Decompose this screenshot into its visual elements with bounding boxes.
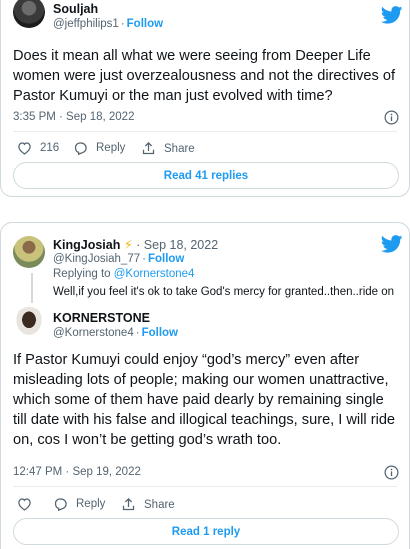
replying-to-prefix: Replying to — [53, 268, 114, 280]
tweet-date[interactable]: Sep 18, 2022 — [144, 238, 218, 252]
reply-text: Well,if you feel it's ok to take God's m… — [53, 286, 395, 298]
replying-to-mention[interactable]: @Kornerstone4 — [114, 268, 195, 280]
separator-dot: · — [136, 238, 141, 252]
reply-label: Reply — [96, 142, 126, 154]
info-icon[interactable] — [384, 465, 399, 480]
share-button[interactable]: Share — [141, 141, 195, 156]
twitter-bird-icon[interactable] — [381, 6, 403, 24]
tweet-card-souljah: Souljah @jeffphilips1 · Follow Does it mea… — [0, 0, 410, 197]
author-handle[interactable]: @KingJosiah_77 — [53, 253, 140, 265]
read-replies-button[interactable]: Read 41 replies — [13, 162, 399, 189]
separator-dot: · — [135, 327, 140, 339]
author-name-kingjosiah: KingJosiah ⚡ · Sep 18, 2022 — [53, 237, 218, 252]
tweet-timestamp[interactable]: 12:47 PM · Sep 19, 2022 — [13, 466, 141, 478]
avatar-kingjosiah[interactable] — [13, 236, 45, 268]
twitter-bird-icon[interactable] — [381, 235, 403, 253]
reply-button[interactable]: Reply — [53, 497, 105, 511]
follow-button[interactable]: Follow — [142, 327, 178, 339]
author-name[interactable]: KORNERSTONE — [53, 311, 150, 325]
author-handle[interactable]: @Kornerstone4 — [53, 327, 134, 339]
share-button[interactable]: Share — [121, 497, 175, 512]
read-reply-button[interactable]: Read 1 reply — [13, 518, 399, 545]
separator-dot: · — [120, 18, 125, 30]
reply-button[interactable]: Reply — [73, 141, 125, 155]
share-icon — [142, 141, 155, 155]
like-button[interactable] — [17, 497, 40, 511]
author-name[interactable]: Souljah — [53, 2, 98, 16]
heart-icon — [18, 142, 31, 155]
info-icon[interactable] — [384, 110, 399, 125]
avatar-kornerstone[interactable] — [13, 307, 45, 339]
share-icon — [122, 497, 135, 511]
tweet-card-thread: KingJosiah ⚡ · Sep 18, 2022 @KingJosiah_… — [0, 222, 410, 549]
tweet-text: If Pastor Kumuyi could enjoy “god’s merc… — [13, 352, 396, 448]
follow-button[interactable]: Follow — [148, 253, 184, 265]
thread-connector-line — [31, 273, 33, 303]
reply-label: Reply — [76, 498, 106, 510]
author-handle[interactable]: @jeffphilips1 — [53, 18, 119, 30]
author-handle-line: @jeffphilips1 · Follow — [53, 18, 163, 30]
heart-icon — [18, 498, 31, 511]
follow-button[interactable]: Follow — [127, 18, 163, 30]
avatar-souljah[interactable] — [13, 0, 45, 28]
separator-dot: · — [142, 253, 146, 265]
like-button[interactable]: 216 — [17, 141, 59, 155]
tweet-timestamp[interactable]: 3:35 PM · Sep 18, 2022 — [13, 111, 134, 123]
reply-icon — [74, 142, 87, 155]
lightning-emoji-icon: ⚡ — [123, 238, 133, 252]
divider — [13, 131, 397, 132]
share-label: Share — [164, 142, 195, 155]
share-label: Share — [144, 498, 175, 511]
replying-to-line: Replying to @Kornerstone4 — [53, 268, 194, 280]
author-name[interactable]: KingJosiah — [53, 238, 120, 252]
reply-icon — [54, 498, 67, 511]
tweet-text: Does it mean all what we were seeing fro… — [13, 48, 396, 104]
author-handle-line: @Kornerstone4 · Follow — [53, 327, 178, 339]
divider — [13, 486, 397, 487]
author-handle-line: @KingJosiah_77 · Follow — [53, 253, 184, 265]
like-count: 216 — [40, 142, 60, 154]
